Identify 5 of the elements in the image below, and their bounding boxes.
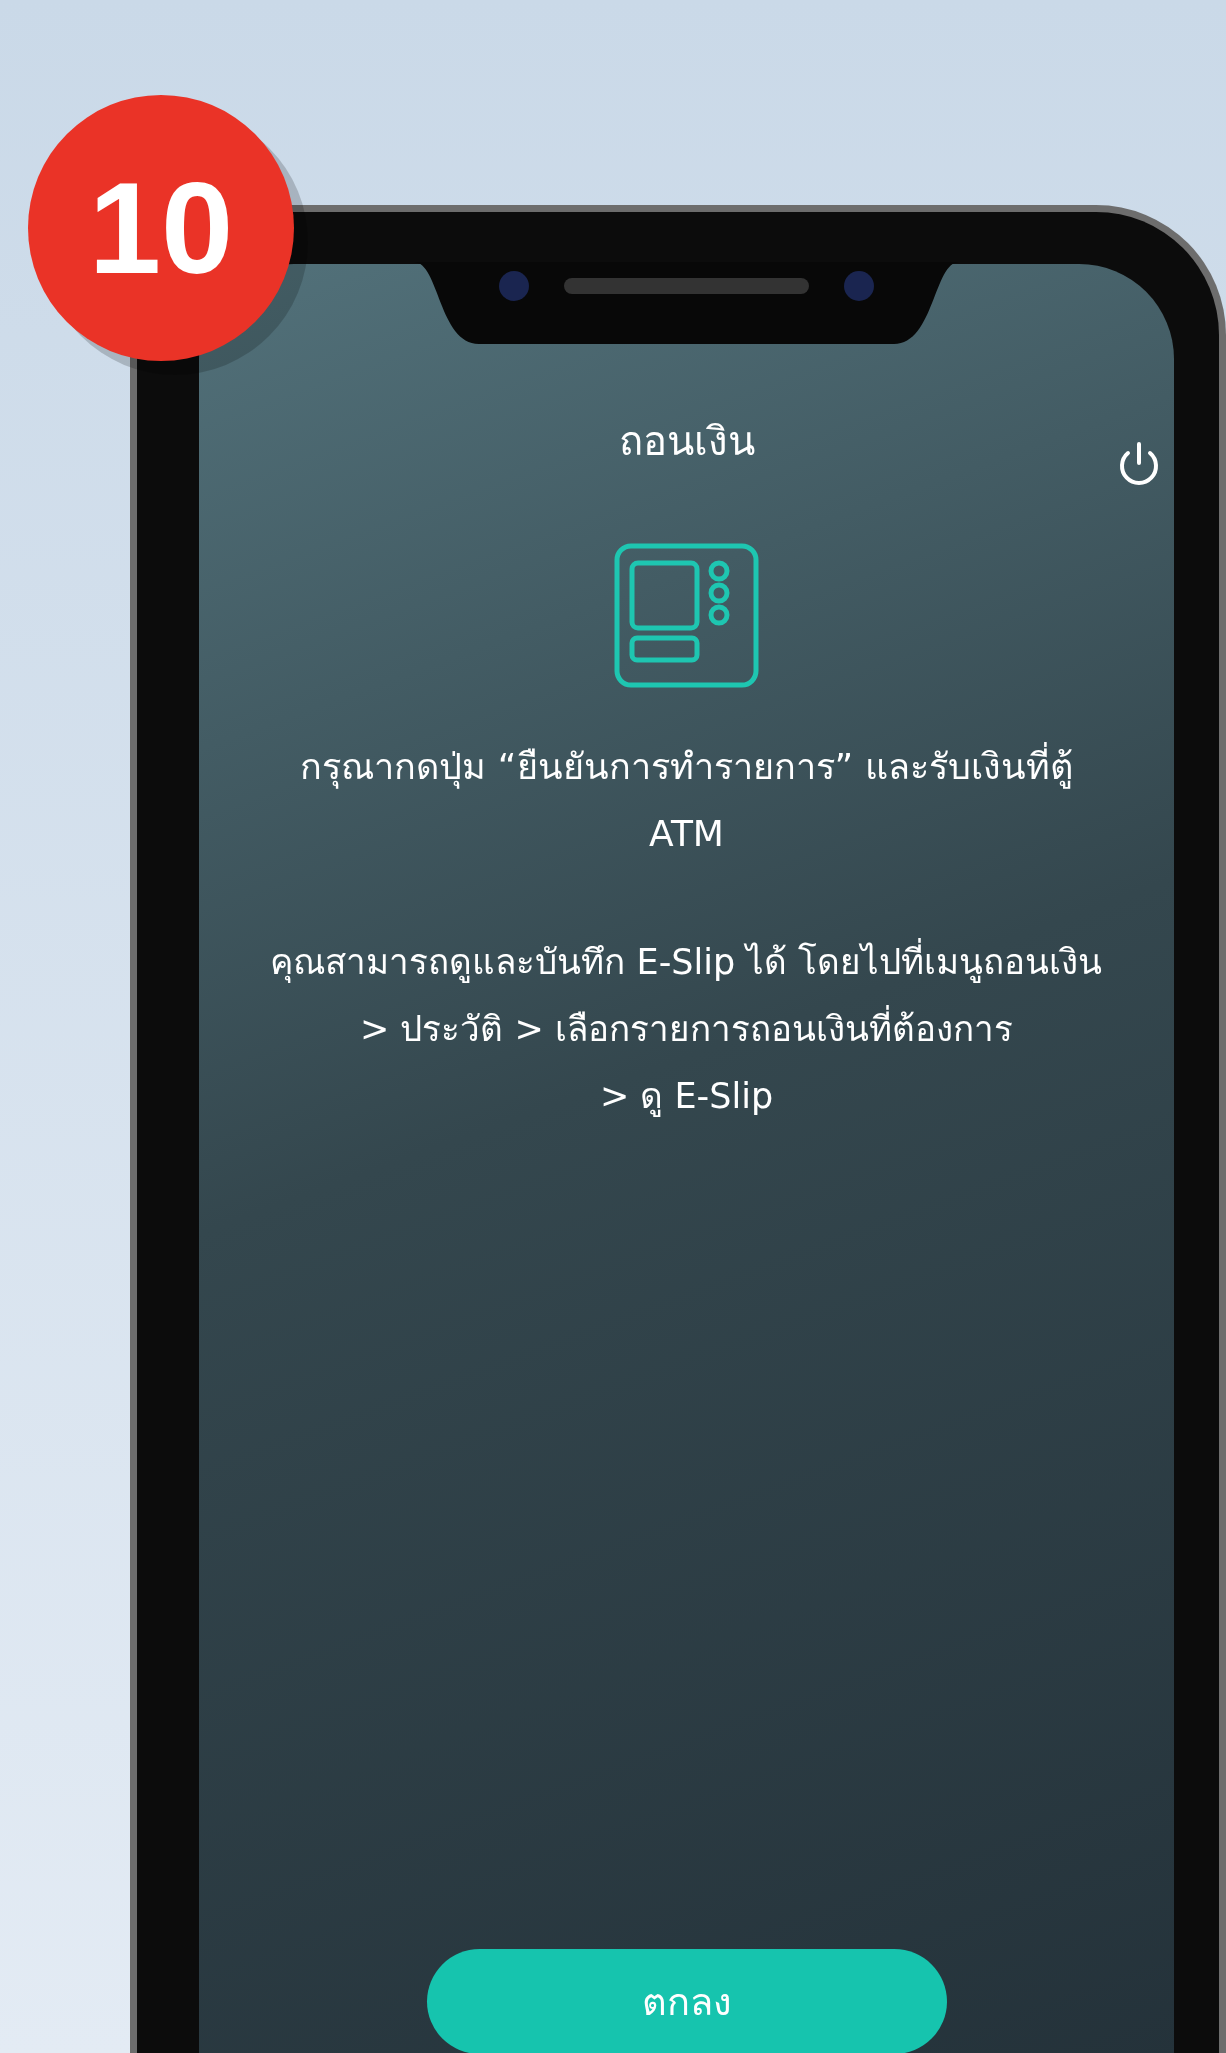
ok-button[interactable]: ตกลง (426, 1949, 947, 2053)
instruction-text: กรุณากดปุ่ม “ยืนยันการทำรายการ” และรับเงินที่ตู้ ATM (286, 733, 1087, 867)
screen-title: ถอนเงิน (618, 417, 755, 466)
step-number-badge: 10 (28, 95, 294, 361)
e-slip-note-text: คุณสามารถดูและบันทึก E-Slip ได้ โดยไปที่เมนูถอนเงิน > ประวัติ > เลือกรายการถอนเงินที่ต้องการ > ดู E-Slip (270, 929, 1103, 1130)
